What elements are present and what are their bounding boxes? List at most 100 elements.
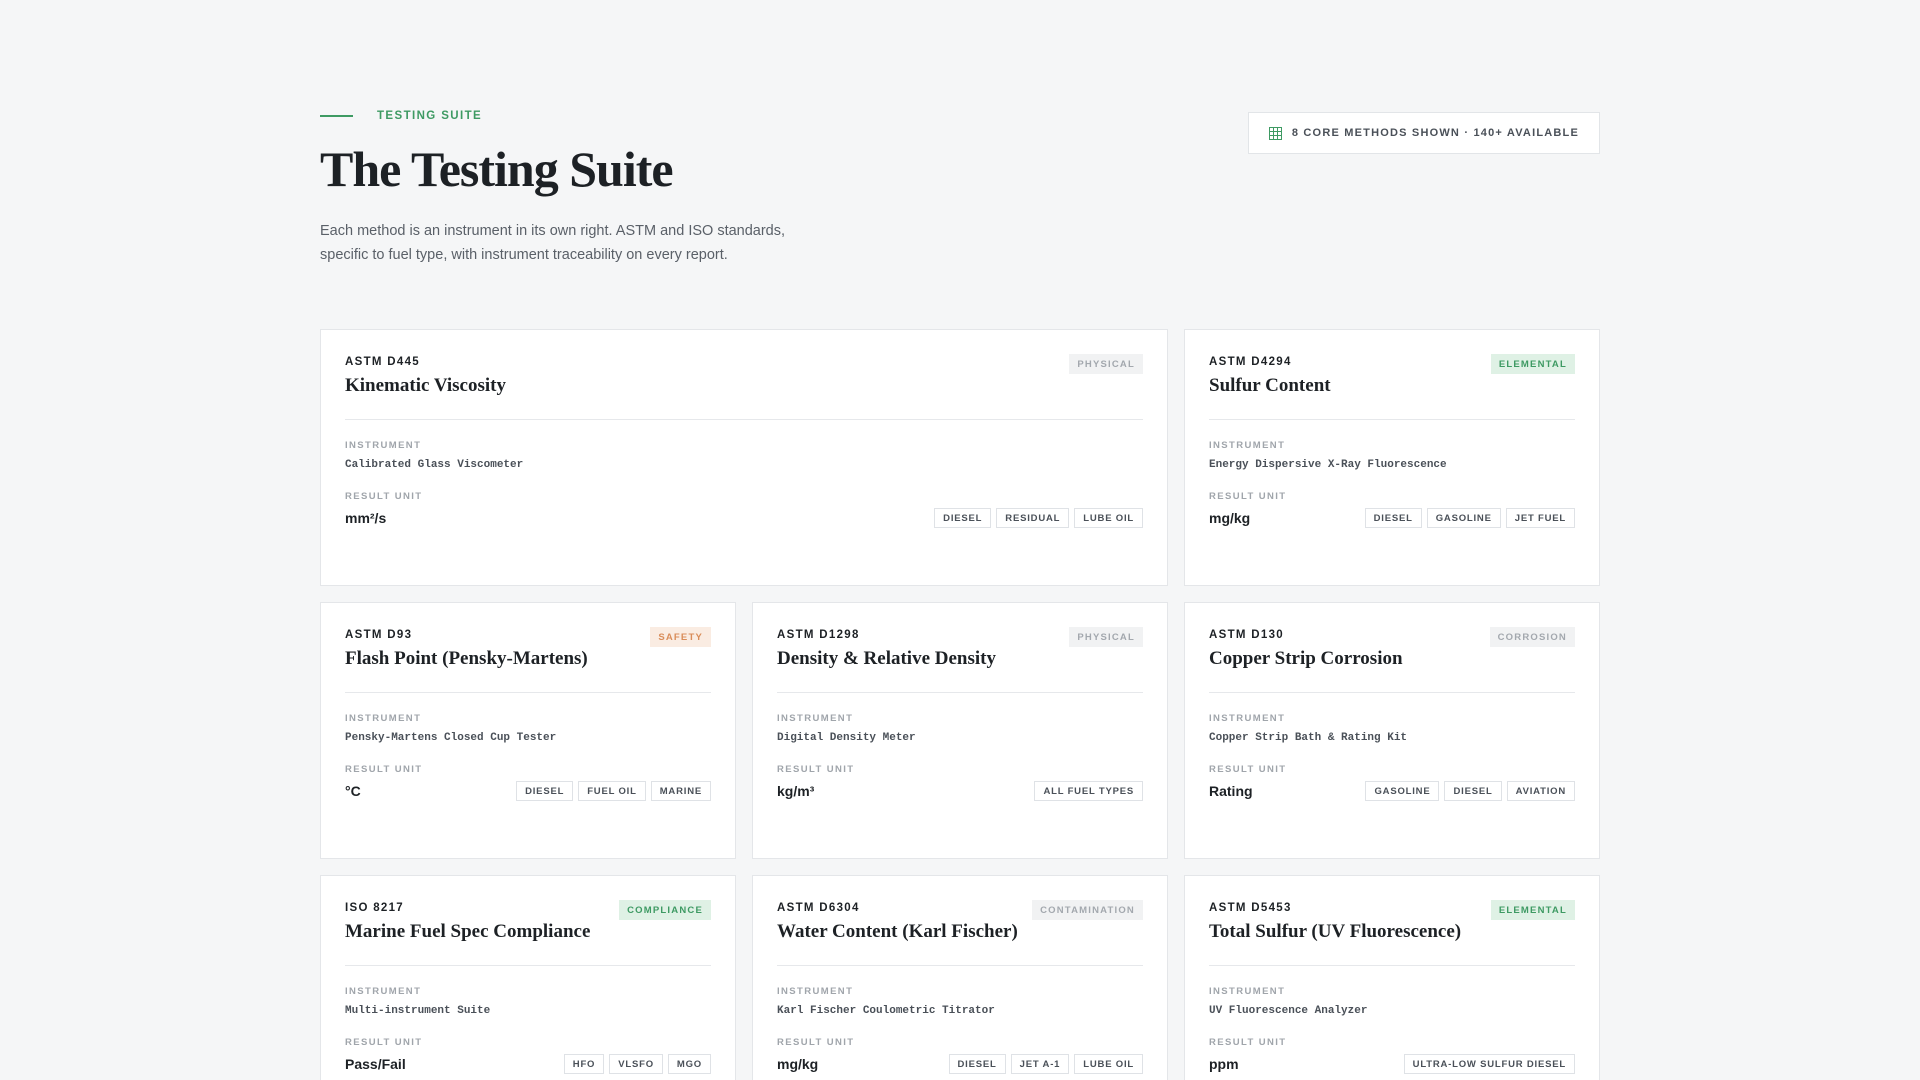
method-title: Water Content (Karl Fischer): [777, 921, 1018, 942]
grid-icon: [1268, 126, 1282, 140]
instrument-label: INSTRUMENT: [1209, 440, 1286, 451]
fuel-type-tags: DIESEL JET A-1 LUBE OIL: [948, 1054, 1143, 1074]
fuel-type-tag[interactable]: DIESEL: [1444, 781, 1502, 801]
fuel-type-tag[interactable]: DIESEL: [934, 508, 992, 528]
method-code: ASTM D5453: [1209, 902, 1292, 914]
card-header: ASTM D4294 Sulfur Content ELEMENTAL: [1209, 354, 1575, 397]
fuel-type-tag[interactable]: DIESEL: [948, 1054, 1006, 1074]
result-unit-value: mm²/s: [345, 510, 387, 526]
card-header: ASTM D5453 Total Sulfur (UV Fluorescence…: [1209, 900, 1575, 943]
method-card[interactable]: ASTM D4294 Sulfur Content ELEMENTAL INST…: [1184, 329, 1600, 586]
page: TESTING SUITE The Testing Suite Each met…: [0, 0, 1920, 1080]
fuel-type-tag[interactable]: ULTRA-LOW SULFUR DIESEL: [1403, 1054, 1575, 1074]
method-card[interactable]: ASTM D130 Copper Strip Corrosion CORROSI…: [1184, 602, 1600, 859]
card-divider: [1209, 692, 1575, 693]
fuel-type-tags: DIESEL GASOLINE JET FUEL: [1364, 508, 1575, 528]
card-header: ISO 8217 Marine Fuel Spec Compliance COM…: [345, 900, 711, 943]
result-unit-label: RESULT UNIT: [1209, 764, 1287, 775]
fuel-type-tag[interactable]: AVIATION: [1506, 781, 1575, 801]
fuel-type-tag[interactable]: GASOLINE: [1426, 508, 1501, 528]
card-divider: [1209, 965, 1575, 966]
card-divider: [1209, 419, 1575, 420]
card-divider: [777, 692, 1143, 693]
fuel-type-tag[interactable]: GASOLINE: [1365, 781, 1440, 801]
card-header: ASTM D93 Flash Point (Pensky-Martens) SA…: [345, 627, 711, 670]
result-unit-value: mg/kg: [1209, 510, 1251, 526]
instrument-label: INSTRUMENT: [1209, 986, 1286, 997]
method-card[interactable]: ASTM D445 Kinematic Viscosity PHYSICAL I…: [320, 329, 1168, 586]
card-heading: ASTM D6304 Water Content (Karl Fischer): [777, 900, 1018, 943]
card-heading: ASTM D93 Flash Point (Pensky-Martens): [345, 627, 588, 670]
fuel-type-tag[interactable]: MGO: [667, 1054, 711, 1074]
method-card[interactable]: ASTM D5453 Total Sulfur (UV Fluorescence…: [1184, 875, 1600, 1080]
fuel-type-tag[interactable]: MARINE: [650, 781, 711, 801]
instrument-value: Pensky-Martens Closed Cup Tester: [345, 732, 557, 744]
fuel-type-tag[interactable]: DIESEL: [516, 781, 574, 801]
method-card[interactable]: ASTM D1298 Density & Relative Density PH…: [752, 602, 1168, 859]
method-card[interactable]: ISO 8217 Marine Fuel Spec Compliance COM…: [320, 875, 736, 1080]
fuel-type-tags: ALL FUEL TYPES: [1034, 781, 1143, 801]
fuel-type-tag[interactable]: LUBE OIL: [1074, 508, 1143, 528]
method-code: ASTM D4294: [1209, 356, 1292, 368]
page-subtitle: Each method is an instrument in its own …: [320, 223, 786, 263]
card-header: ASTM D6304 Water Content (Karl Fischer) …: [777, 900, 1143, 943]
fuel-type-tag[interactable]: LUBE OIL: [1074, 1054, 1143, 1074]
category-badge: COMPLIANCE: [619, 900, 711, 920]
instrument-label: INSTRUMENT: [345, 986, 422, 997]
card-divider: [777, 965, 1143, 966]
method-card[interactable]: ASTM D93 Flash Point (Pensky-Martens) SA…: [320, 602, 736, 859]
instrument-label: INSTRUMENT: [777, 986, 854, 997]
method-title: Kinematic Viscosity: [345, 375, 506, 396]
fuel-type-tag[interactable]: JET A-1: [1010, 1054, 1070, 1074]
unit-row: Pass/Fail HFO VLSFO MGO: [345, 1054, 711, 1074]
instrument-value: Calibrated Glass Viscometer: [345, 459, 524, 471]
methods-count-badge: 8 CORE METHODS SHOWN · 140+ AVAILABLE: [1247, 112, 1600, 154]
instrument-value: UV Fluorescence Analyzer: [1209, 1005, 1368, 1017]
fuel-type-tag[interactable]: VLSFO: [609, 1054, 663, 1074]
card-divider: [345, 419, 1143, 420]
method-code: ASTM D130: [1209, 629, 1284, 641]
unit-row: mg/kg DIESEL JET A-1 LUBE OIL: [777, 1054, 1143, 1074]
category-badge: CORROSION: [1489, 627, 1575, 647]
method-code: ASTM D93: [345, 629, 413, 641]
card-divider: [345, 965, 711, 966]
fuel-type-tag[interactable]: HFO: [563, 1054, 605, 1074]
result-unit-value: ppm: [1209, 1056, 1239, 1072]
card-heading: ASTM D130 Copper Strip Corrosion: [1209, 627, 1403, 670]
result-unit-label: RESULT UNIT: [777, 764, 855, 775]
category-badge: CONTAMINATION: [1032, 900, 1143, 920]
unit-row: mm²/s DIESEL RESIDUAL LUBE OIL: [345, 508, 1143, 528]
method-title: Flash Point (Pensky-Martens): [345, 648, 588, 669]
category-badge: SAFETY: [650, 627, 711, 647]
card-header: ASTM D445 Kinematic Viscosity PHYSICAL: [345, 354, 1143, 397]
result-unit-label: RESULT UNIT: [345, 491, 423, 502]
card-heading: ASTM D5453 Total Sulfur (UV Fluorescence…: [1209, 900, 1461, 943]
unit-row: ppm ULTRA-LOW SULFUR DIESEL: [1209, 1054, 1575, 1074]
eyebrow-line: [320, 115, 353, 117]
fuel-type-tags: DIESEL RESIDUAL LUBE OIL: [934, 508, 1143, 528]
instrument-label: INSTRUMENT: [777, 713, 854, 724]
card-heading: ASTM D4294 Sulfur Content: [1209, 354, 1331, 397]
instrument-label: INSTRUMENT: [345, 713, 422, 724]
result-unit-value: °C: [345, 783, 361, 799]
fuel-type-tag[interactable]: FUEL OIL: [578, 781, 646, 801]
card-divider: [345, 692, 711, 693]
fuel-type-tag[interactable]: DIESEL: [1364, 508, 1422, 528]
method-title: Sulfur Content: [1209, 375, 1331, 396]
unit-row: mg/kg DIESEL GASOLINE JET FUEL: [1209, 508, 1575, 528]
method-card[interactable]: ASTM D6304 Water Content (Karl Fischer) …: [752, 875, 1168, 1080]
fuel-type-tags: ULTRA-LOW SULFUR DIESEL: [1403, 1054, 1575, 1074]
fuel-type-tag[interactable]: RESIDUAL: [996, 508, 1070, 528]
result-unit-value: mg/kg: [777, 1056, 819, 1072]
card-header: ASTM D130 Copper Strip Corrosion CORROSI…: [1209, 627, 1575, 670]
methods-count-text: 8 CORE METHODS SHOWN · 140+ AVAILABLE: [1291, 127, 1579, 139]
instrument-value: Digital Density Meter: [777, 732, 916, 744]
fuel-type-tag[interactable]: ALL FUEL TYPES: [1034, 781, 1143, 801]
card-header: ASTM D1298 Density & Relative Density PH…: [777, 627, 1143, 670]
category-badge: ELEMENTAL: [1490, 900, 1575, 920]
category-badge: ELEMENTAL: [1490, 354, 1575, 374]
result-unit-label: RESULT UNIT: [777, 1037, 855, 1048]
result-unit-label: RESULT UNIT: [345, 1037, 423, 1048]
unit-row: Rating GASOLINE DIESEL AVIATION: [1209, 781, 1575, 801]
fuel-type-tag[interactable]: JET FUEL: [1505, 508, 1575, 528]
